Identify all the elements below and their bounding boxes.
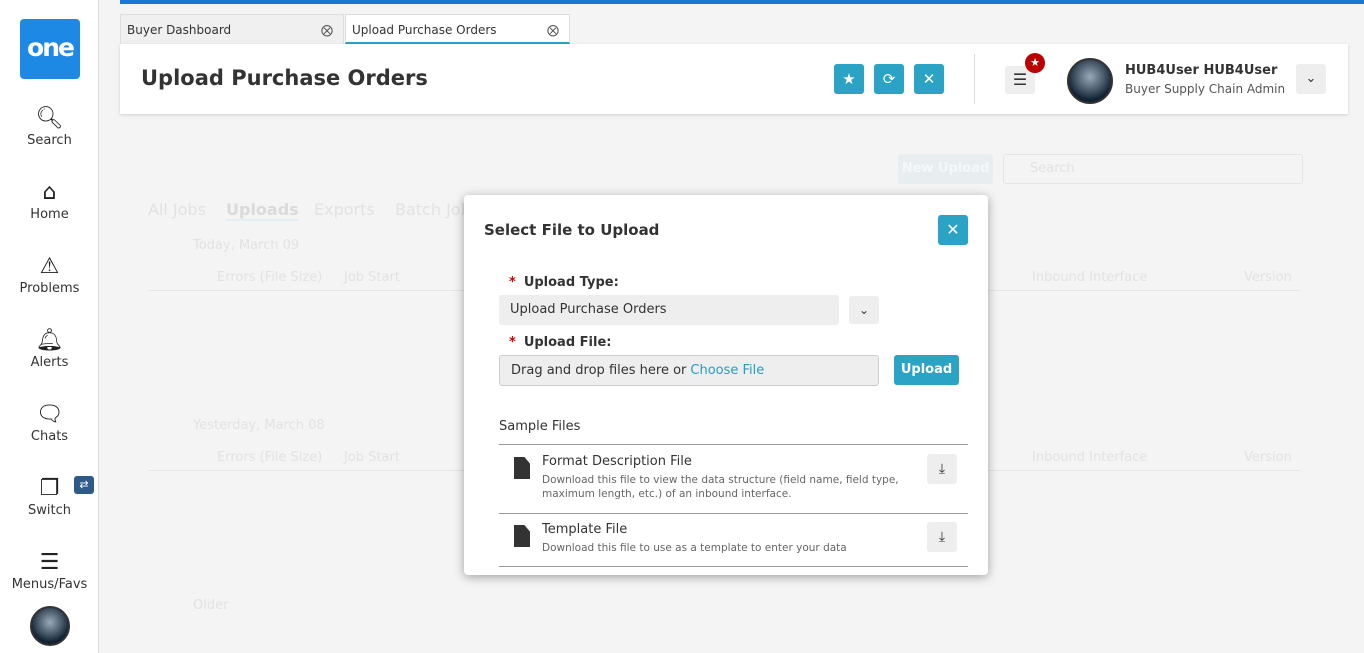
top-accent-bar: [120, 0, 1364, 4]
dialog-close-button[interactable]: ✕: [938, 215, 968, 245]
search-icon: 🔍︎: [35, 106, 64, 131]
column-header: Inbound Interface: [1032, 270, 1148, 285]
tab-all-jobs[interactable]: All Jobs: [148, 200, 206, 219]
sample-files-heading: Sample Files: [499, 419, 581, 434]
upload-type-select[interactable]: Upload Purchase Orders: [499, 295, 839, 325]
select-file-dialog: Select File to Upload ✕ * Upload Type: Up…: [464, 195, 988, 575]
download-icon[interactable]: ⤓: [927, 454, 957, 484]
tab-upload-purchase-orders[interactable]: Upload Purchase Orders ⨂: [345, 14, 570, 44]
column-header: Job Start: [344, 270, 400, 285]
dialog-title: Select File to Upload: [484, 221, 660, 239]
sidebar-item-problems[interactable]: ⚠ Problems: [0, 253, 99, 296]
sidebar-avatar[interactable]: [30, 606, 70, 646]
star-badge-icon: ★: [1025, 53, 1045, 73]
app-logo[interactable]: one: [20, 19, 80, 79]
file-icon: [514, 525, 530, 547]
column-header: Errors (File Size): [217, 450, 323, 465]
sidebar-item-alerts[interactable]: 🔔︎ Alerts: [0, 327, 99, 370]
upload-file-label: * Upload File:: [509, 335, 612, 350]
close-tab-icon[interactable]: ⨂: [547, 15, 559, 45]
close-page-button[interactable]: ✕: [914, 64, 944, 94]
sidebar: one 🔍︎ Search ⌂ Home ⚠ Problems 🔔︎ Alerts 🗨︎…: [0, 0, 99, 653]
refresh-button[interactable]: ⟳: [874, 64, 904, 94]
column-header: Errors (File Size): [217, 270, 323, 285]
column-header: Version: [1244, 450, 1292, 465]
upload-button[interactable]: Upload: [894, 355, 959, 385]
divider: [974, 54, 975, 104]
download-icon[interactable]: ⤓: [927, 522, 957, 552]
switch-badge-icon: ⇄: [74, 476, 94, 494]
tab-buyer-dashboard[interactable]: Buyer Dashboard ⨂: [120, 14, 344, 44]
new-upload-button[interactable]: New Upload: [898, 154, 993, 184]
chevron-down-icon[interactable]: ⌄: [849, 296, 879, 324]
choose-file-link[interactable]: Choose File: [690, 363, 764, 378]
tab-uploads[interactable]: Uploads: [226, 200, 299, 221]
column-header: Inbound Interface: [1032, 450, 1148, 465]
tab-exports[interactable]: Exports: [314, 200, 375, 219]
sidebar-item-search[interactable]: 🔍︎ Search: [0, 105, 99, 148]
upload-type-label: * Upload Type:: [509, 275, 619, 290]
group-yesterday[interactable]: Yesterday, March 08: [193, 418, 325, 433]
user-avatar[interactable]: [1067, 58, 1113, 104]
group-older[interactable]: Older: [193, 598, 228, 613]
home-icon: ⌂: [42, 180, 57, 205]
user-role: Buyer Supply Chain Admin: [1125, 82, 1286, 96]
sidebar-item-chats[interactable]: 🗨︎ Chats: [0, 401, 99, 444]
bell-icon: 🔔︎: [35, 328, 64, 353]
chat-icon: 🗨︎: [35, 402, 64, 427]
sidebar-item-menus[interactable]: ☰ Menus/Favs: [0, 549, 99, 592]
warning-icon: ⚠: [39, 254, 60, 279]
close-tab-icon[interactable]: ⨂: [321, 15, 333, 45]
favorite-button[interactable]: ★: [834, 64, 864, 94]
sidebar-item-home[interactable]: ⌂ Home: [0, 179, 99, 222]
divider: [499, 444, 968, 445]
user-name: HUB4User HUB4User: [1125, 63, 1278, 78]
divider: [499, 513, 968, 514]
menu-icon: ☰: [39, 550, 60, 575]
page-header: Upload Purchase Orders ★ ⟳ ✕ ☰ ★ HUB4Use…: [120, 44, 1348, 114]
group-today[interactable]: Today, March 09: [193, 238, 299, 253]
file-drop-zone[interactable]: Drag and drop files here or Choose File: [499, 355, 879, 386]
column-header: Job Start: [344, 450, 400, 465]
divider: [499, 566, 968, 567]
user-menu-chevron-icon[interactable]: ⌄: [1296, 64, 1326, 94]
search-input[interactable]: Search: [1003, 154, 1303, 184]
column-header: Version: [1244, 270, 1292, 285]
file-icon: [514, 457, 530, 479]
page-title: Upload Purchase Orders: [141, 66, 428, 90]
